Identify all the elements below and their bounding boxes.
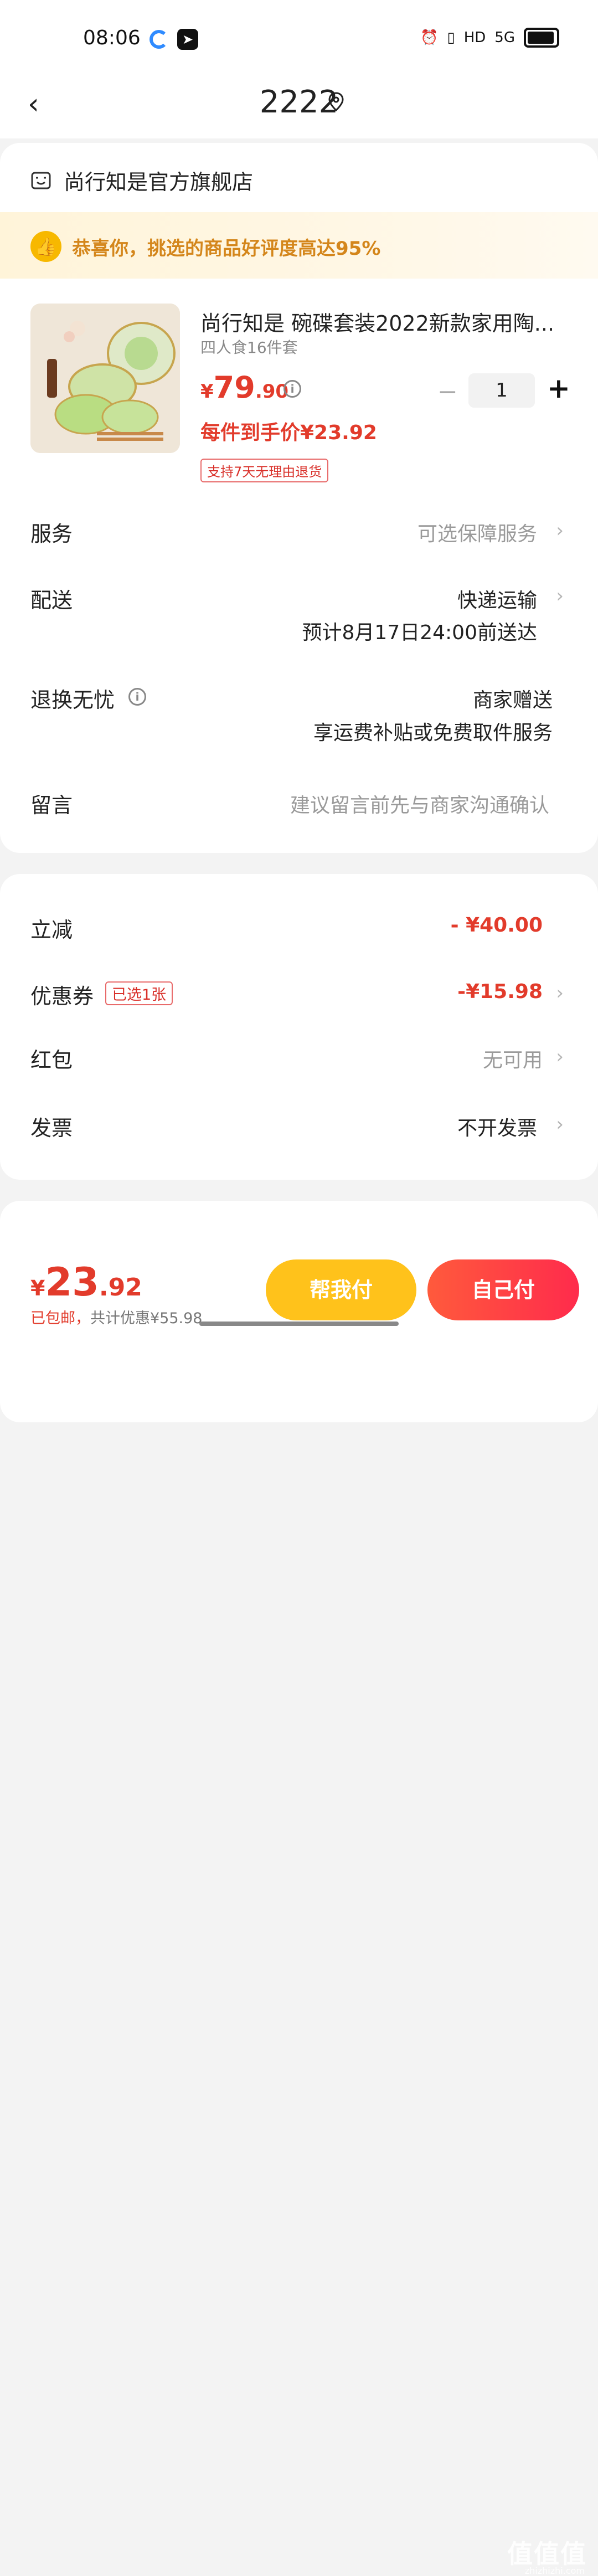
banner-text: 恭喜你，挑选的商品好评度高达95% — [72, 238, 381, 260]
return-service-value: 商家赠送 — [472, 689, 553, 712]
chevron-right-icon[interactable]: › — [556, 585, 564, 607]
product-image[interactable] — [30, 304, 180, 453]
price-info-icon[interactable]: i — [283, 380, 301, 398]
invoice-label: 发票 — [30, 1116, 73, 1140]
order-item-card: 尚行知是官方旗舰店 👍 恭喜你，挑选的商品好评度高达95% 尚行知是 碗碟套装2… — [0, 143, 598, 853]
message-label: 留言 — [30, 793, 73, 817]
chevron-right-icon[interactable]: › — [556, 1046, 564, 1068]
invoice-value[interactable]: 不开发票 — [457, 1112, 537, 1141]
home-indicator[interactable] — [199, 1322, 399, 1326]
total-price: ¥23.92 — [30, 1259, 142, 1305]
watermark-url: zhizhizhi.com — [524, 2565, 585, 2576]
store-header[interactable]: 尚行知是官方旗舰店 — [30, 165, 253, 196]
vibrate-icon: ▯ — [447, 29, 455, 46]
status-bar: 08:06 ➤ ⏰ ▯ HD 5G — [0, 0, 598, 72]
total-saving-text: 共计优惠¥55.98 — [90, 1310, 203, 1327]
product-title[interactable]: 尚行知是 碗碟套装2022新款家用陶... — [200, 306, 555, 337]
service-value[interactable]: 可选保障服务 — [417, 518, 537, 547]
unit-price: 每件到手价¥23.92 — [200, 421, 377, 444]
chevron-right-icon[interactable]: › — [556, 520, 564, 542]
delivery-eta: 预计8月17日24:00前送达 — [302, 621, 537, 644]
chevron-right-icon[interactable]: › — [556, 1113, 564, 1135]
instant-discount-value: - ¥40.00 — [450, 914, 543, 937]
signal-icon: 5G — [494, 29, 515, 46]
return-service-detail: 享运费补贴或免费取件服务 — [313, 722, 553, 744]
return-info-icon[interactable]: i — [128, 688, 146, 706]
status-indicators: ⏰ ▯ HD 5G — [420, 28, 559, 48]
decrease-quantity-button[interactable]: − — [437, 378, 458, 406]
coupon-label: 优惠券 — [30, 984, 94, 1009]
price-integer: 79 — [213, 370, 255, 405]
red-packet-value[interactable]: 无可用 — [483, 1044, 543, 1073]
store-name: 尚行知是官方旗舰店 — [64, 170, 254, 194]
coupon-value[interactable]: -¥15.98 — [457, 980, 543, 1003]
free-shipping-text: 已包邮， — [30, 1310, 90, 1327]
help-me-pay-button[interactable]: 帮我付 — [266, 1259, 416, 1320]
store-icon — [31, 172, 51, 189]
product-price: ¥79.90 — [200, 370, 288, 405]
app-notification-icon — [150, 30, 168, 49]
delivery-label: 配送 — [30, 588, 73, 613]
app-notification-icon: ➤ — [177, 29, 198, 50]
pay-myself-button[interactable]: 自己付 — [427, 1259, 579, 1320]
total-currency: ¥ — [30, 1276, 45, 1300]
coupon-tag: 已选1张 — [105, 981, 173, 1005]
shipping-note: 已包邮，共计优惠¥55.98 — [30, 1306, 202, 1328]
total-decimal: .92 — [99, 1273, 142, 1302]
service-label: 服务 — [30, 522, 73, 546]
status-time: 08:06 — [83, 27, 141, 49]
total-integer: 23 — [45, 1259, 99, 1305]
rating-banner: 👍 恭喜你，挑选的商品好评度高达95% — [0, 212, 598, 279]
price-currency: ¥ — [200, 381, 214, 403]
discount-card: 立减 - ¥40.00 优惠券 已选1张 -¥15.98 › 红包 无可用 › … — [0, 874, 598, 1180]
delivery-value[interactable]: 快递运输 — [457, 584, 537, 613]
product-spec[interactable]: 四人食16件套 — [200, 336, 298, 358]
page-header: ‹ 2222 — [0, 72, 598, 138]
quantity-input[interactable]: 1 — [468, 373, 535, 408]
battery-icon — [524, 28, 559, 48]
return-policy-tag: 支持7天无理由退货 — [200, 459, 329, 482]
location-pin-icon[interactable] — [328, 92, 344, 112]
increase-quantity-button[interactable]: + — [547, 372, 570, 404]
page-title[interactable]: 2222 — [0, 84, 598, 120]
return-service-label: 退换无忧 — [30, 688, 115, 712]
message-input[interactable]: 建议留言前先与商家沟通确认 — [290, 789, 549, 818]
hd-icon: HD — [463, 29, 486, 46]
checkout-bar: ¥23.92 已包邮，共计优惠¥55.98 帮我付 自己付 值值值 zhizhi… — [0, 1252, 598, 2576]
chevron-right-icon[interactable]: › — [556, 982, 564, 1004]
instant-discount-label: 立减 — [30, 918, 73, 942]
thumbs-up-icon: 👍 — [30, 231, 61, 262]
red-packet-label: 红包 — [30, 1048, 73, 1072]
alarm-icon: ⏰ — [420, 29, 439, 46]
